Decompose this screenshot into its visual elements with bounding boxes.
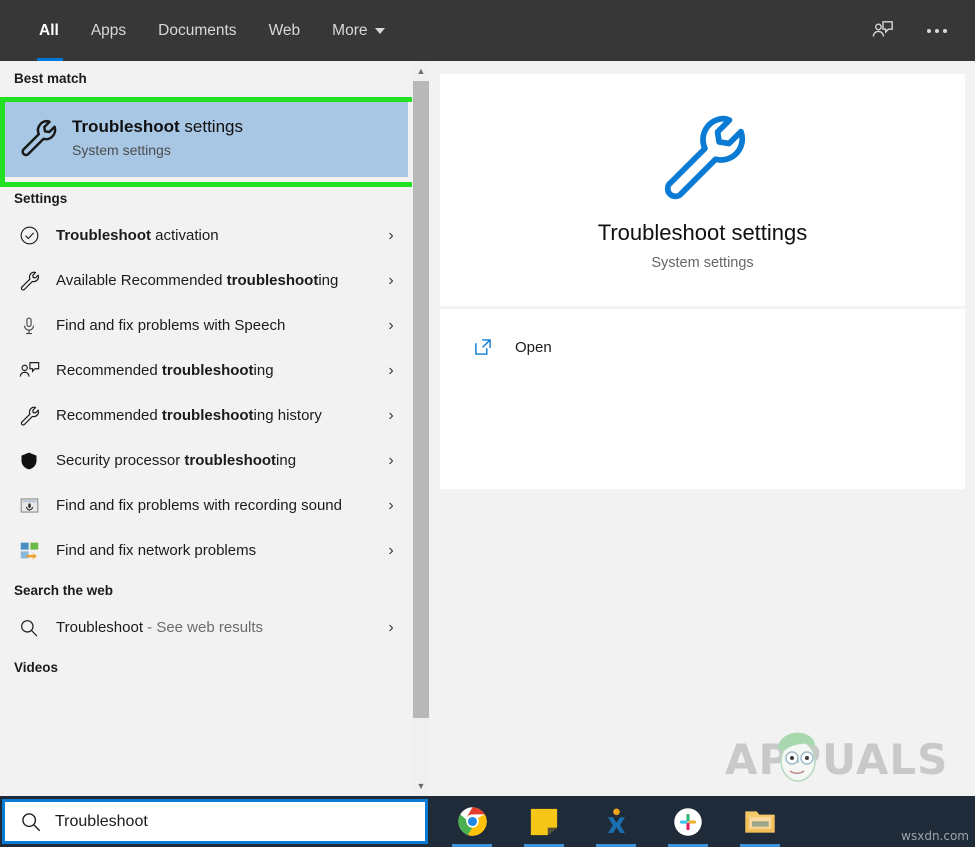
list-item[interactable]: Find and fix problems with recording sou… — [0, 483, 412, 528]
preview-subtitle: System settings — [651, 255, 754, 271]
search-icon — [14, 613, 44, 643]
preview-actions: Open — [440, 309, 965, 489]
sticky-notes-icon — [530, 808, 558, 835]
best-match-container: Troubleshoot settings System settings — [0, 97, 412, 187]
list-item-label: Security processor troubleshooting — [56, 451, 297, 469]
microphone-icon — [14, 311, 44, 341]
best-match-title: Troubleshoot settings — [72, 117, 243, 137]
nav-tab-list: All Apps Documents Web More — [0, 0, 401, 61]
feedback-person-icon — [872, 20, 893, 37]
list-item[interactable]: Available Recommended troubleshooting › — [0, 258, 412, 303]
list-item[interactable]: Find and fix network problems › — [0, 528, 412, 573]
taskbar-sticky-notes-button[interactable] — [524, 796, 564, 847]
list-item-label: Find and fix problems with Speech — [56, 316, 286, 334]
scrollbar-thumb[interactable] — [413, 81, 429, 718]
taskbar-slack-button[interactable] — [668, 796, 708, 847]
preview-title: Troubleshoot settings — [597, 220, 808, 245]
list-item[interactable]: Recommended troubleshooting › — [0, 348, 412, 393]
slack-icon — [674, 807, 702, 836]
taskbar-xodo-button[interactable] — [596, 796, 636, 847]
settings-heading: Settings — [14, 191, 68, 206]
tab-web-label: Web — [268, 21, 301, 39]
taskbar-file-explorer-button[interactable] — [740, 796, 780, 847]
taskbar-search-box[interactable]: Troubleshoot — [2, 799, 428, 844]
chevron-right-icon[interactable]: › — [380, 452, 402, 469]
more-options-button[interactable] — [919, 13, 955, 49]
results-scrollbar[interactable]: ▲ ▼ — [412, 61, 430, 796]
list-item-label: Troubleshoot activation — [56, 226, 219, 244]
tab-documents-label: Documents — [158, 21, 237, 39]
taskbar-app-icons — [452, 796, 780, 847]
chevron-right-icon[interactable]: › — [380, 542, 402, 559]
best-match-text: Troubleshoot settings System settings — [72, 116, 243, 157]
search-results-screen: All Apps Documents Web More Best match T… — [0, 0, 975, 847]
chevron-right-icon[interactable]: › — [380, 619, 402, 636]
feedback-button[interactable] — [865, 13, 901, 49]
best-match-item[interactable]: Troubleshoot settings System settings — [4, 97, 408, 177]
chevron-right-icon[interactable]: › — [380, 227, 402, 244]
watermark-text: APPUALS — [725, 735, 949, 784]
videos-heading: Videos — [14, 660, 59, 675]
search-icon — [17, 811, 45, 833]
xodo-icon — [607, 808, 625, 833]
taskbar-chrome-button[interactable] — [452, 796, 492, 847]
web-result-label: Troubleshoot - See web results — [56, 618, 264, 636]
list-item-label: Find and fix problems with recording sou… — [56, 496, 342, 514]
chevron-right-icon[interactable]: › — [380, 317, 402, 334]
navbar-actions — [865, 13, 975, 49]
feedback-person-icon — [14, 356, 44, 386]
best-match-heading: Best match — [14, 71, 87, 86]
list-item-label: Recommended troubleshooting history — [56, 406, 322, 424]
chevron-right-icon[interactable]: › — [380, 497, 402, 514]
web-result-item[interactable]: Troubleshoot - See web results › — [0, 605, 412, 650]
file-explorer-icon — [745, 810, 775, 833]
tab-more-label: More — [332, 21, 368, 39]
network-icon — [14, 536, 44, 566]
search-web-heading: Search the web — [14, 583, 114, 598]
ellipsis-icon — [927, 28, 947, 33]
scroll-down-icon[interactable]: ▼ — [412, 776, 430, 796]
open-external-icon — [473, 337, 501, 357]
list-item-label: Find and fix network problems — [56, 541, 257, 559]
tab-apps-label: Apps — [90, 21, 127, 39]
search-input[interactable]: Troubleshoot — [55, 813, 148, 831]
tab-all[interactable]: All — [23, 0, 75, 61]
tab-documents[interactable]: Documents — [142, 0, 252, 61]
corner-url-label: wsxdn.com — [901, 829, 969, 843]
best-match-subtitle: System settings — [72, 141, 171, 158]
watermark: APPUALS — [725, 732, 949, 784]
tab-all-label: All — [39, 21, 59, 39]
tab-apps[interactable]: Apps — [75, 0, 142, 61]
scroll-up-icon[interactable]: ▲ — [412, 61, 430, 81]
shield-icon — [14, 446, 44, 476]
scrollbar-track[interactable] — [412, 81, 430, 776]
chevron-right-icon[interactable]: › — [380, 407, 402, 424]
taskbar: Troubleshoot wsxdn.com — [0, 796, 975, 847]
tab-more[interactable]: More — [316, 0, 401, 61]
preview-pane: Troubleshoot settings System settings Op… — [430, 61, 975, 796]
chevron-down-icon — [375, 27, 386, 34]
chevron-right-icon[interactable]: › — [380, 362, 402, 379]
preview-card: Troubleshoot settings System settings — [440, 74, 965, 306]
list-item[interactable]: Security processor troubleshooting › — [0, 438, 412, 483]
list-item-label: Recommended troubleshooting — [56, 361, 274, 379]
list-item-label: Available Recommended troubleshooting — [56, 271, 339, 289]
list-item[interactable]: Find and fix problems with Speech › — [0, 303, 412, 348]
wrench-icon-large — [657, 109, 749, 206]
recording-sound-icon — [14, 491, 44, 521]
chevron-right-icon[interactable]: › — [380, 272, 402, 289]
wrench-icon — [16, 117, 60, 157]
search-navbar: All Apps Documents Web More — [0, 0, 975, 61]
list-item[interactable]: Recommended troubleshooting history › — [0, 393, 412, 438]
tab-web[interactable]: Web — [253, 0, 317, 61]
watermark-face-icon — [769, 725, 827, 792]
chrome-icon — [457, 807, 487, 836]
wrench-icon — [14, 401, 44, 431]
results-pane: Best match Troubleshoot settings System … — [0, 61, 412, 796]
check-circle-icon — [14, 221, 44, 251]
wrench-icon — [14, 266, 44, 296]
list-item[interactable]: Troubleshoot activation › — [0, 213, 412, 258]
open-action[interactable]: Open — [440, 331, 965, 363]
open-label: Open — [515, 338, 552, 356]
